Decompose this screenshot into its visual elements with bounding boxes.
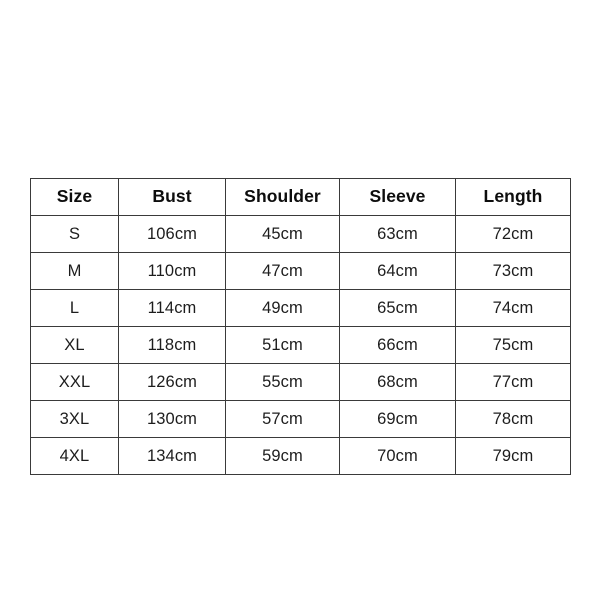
cell-bust: 126cm: [118, 363, 226, 401]
cell-bust: 114cm: [118, 289, 226, 327]
column-header-shoulder: Shoulder: [225, 178, 340, 216]
table-row: M 110cm 47cm 64cm 73cm: [30, 252, 571, 290]
column-header-sleeve: Sleeve: [339, 178, 456, 216]
cell-length: 72cm: [455, 215, 571, 253]
size-chart-table: Size Bust Shoulder Sleeve Length S 106cm…: [30, 178, 571, 475]
cell-bust: 110cm: [118, 252, 226, 290]
cell-length: 79cm: [455, 437, 571, 475]
cell-length: 74cm: [455, 289, 571, 327]
cell-size: XL: [30, 326, 119, 364]
table-body: S 106cm 45cm 63cm 72cm M 110cm 47cm 64cm…: [30, 215, 571, 475]
cell-length: 77cm: [455, 363, 571, 401]
cell-length: 75cm: [455, 326, 571, 364]
cell-shoulder: 57cm: [225, 400, 340, 438]
cell-bust: 106cm: [118, 215, 226, 253]
cell-sleeve: 66cm: [339, 326, 456, 364]
cell-sleeve: 70cm: [339, 437, 456, 475]
cell-sleeve: 64cm: [339, 252, 456, 290]
cell-size: 3XL: [30, 400, 119, 438]
cell-shoulder: 59cm: [225, 437, 340, 475]
column-header-size: Size: [30, 178, 119, 216]
column-header-bust: Bust: [118, 178, 226, 216]
cell-shoulder: 51cm: [225, 326, 340, 364]
table-row: 3XL 130cm 57cm 69cm 78cm: [30, 400, 571, 438]
cell-size: S: [30, 215, 119, 253]
table-row: L 114cm 49cm 65cm 74cm: [30, 289, 571, 327]
column-header-length: Length: [455, 178, 571, 216]
table-row: S 106cm 45cm 63cm 72cm: [30, 215, 571, 253]
cell-size: 4XL: [30, 437, 119, 475]
table-header-row: Size Bust Shoulder Sleeve Length: [30, 178, 571, 216]
table-header: Size Bust Shoulder Sleeve Length: [30, 178, 571, 216]
cell-bust: 134cm: [118, 437, 226, 475]
cell-sleeve: 68cm: [339, 363, 456, 401]
cell-sleeve: 65cm: [339, 289, 456, 327]
size-chart-container: Size Bust Shoulder Sleeve Length S 106cm…: [30, 178, 571, 475]
cell-length: 73cm: [455, 252, 571, 290]
cell-bust: 130cm: [118, 400, 226, 438]
cell-size: XXL: [30, 363, 119, 401]
cell-size: M: [30, 252, 119, 290]
table-row: XL 118cm 51cm 66cm 75cm: [30, 326, 571, 364]
cell-size: L: [30, 289, 119, 327]
cell-sleeve: 63cm: [339, 215, 456, 253]
cell-sleeve: 69cm: [339, 400, 456, 438]
cell-shoulder: 49cm: [225, 289, 340, 327]
cell-length: 78cm: [455, 400, 571, 438]
cell-shoulder: 55cm: [225, 363, 340, 401]
cell-shoulder: 45cm: [225, 215, 340, 253]
table-row: 4XL 134cm 59cm 70cm 79cm: [30, 437, 571, 475]
table-row: XXL 126cm 55cm 68cm 77cm: [30, 363, 571, 401]
cell-shoulder: 47cm: [225, 252, 340, 290]
cell-bust: 118cm: [118, 326, 226, 364]
